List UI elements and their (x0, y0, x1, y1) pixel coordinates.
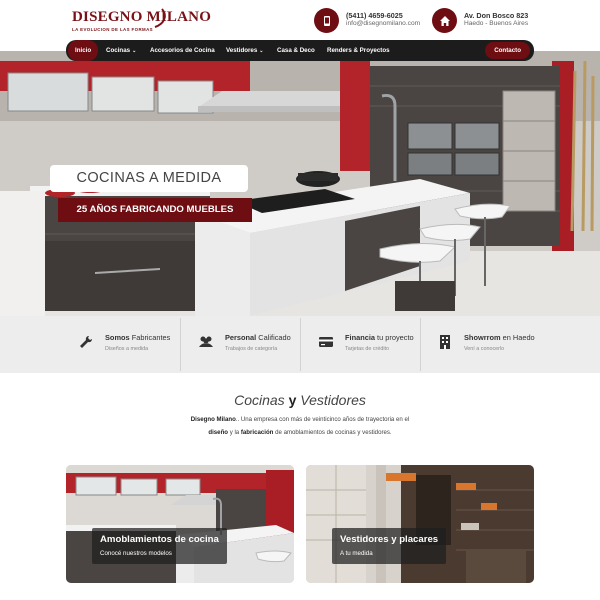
nav-item-accesorios[interactable]: Accesorios de Cocina (150, 40, 215, 61)
nav-item-label: Cocinas (106, 47, 131, 54)
site-header: DISEGNO MILANO LA EVOLUCION DE LAS FORMA… (0, 0, 600, 40)
intro-heading: Cocinas y Vestidores (234, 392, 366, 408)
feature-title: Personal Calificado (225, 333, 291, 342)
phone-contact: (5411) 4659-6025 info@disegnomilano.com (314, 8, 434, 34)
feature-title: Financia tu proyecto (345, 333, 414, 342)
card-title: Amoblamientos de cocina (100, 534, 219, 545)
logo-swoosh-icon (154, 8, 166, 28)
home-icon (432, 8, 457, 33)
card-subtitle: Conocé nuestros modelos (100, 550, 172, 557)
feature-divider (420, 318, 421, 371)
card-title: Vestidores y placares (340, 534, 439, 545)
hero-title: COCINAS A MEDIDA (50, 165, 248, 192)
feature-divider (180, 318, 181, 371)
email-address[interactable]: info@disegnomilano.com (346, 20, 420, 27)
chevron-down-icon: ⌄ (259, 48, 264, 54)
people-icon (199, 336, 213, 347)
feature-subtitle: Diseños a medida (105, 346, 149, 352)
nav-item-cocinas[interactable]: Cocinas ⌄ (106, 40, 136, 61)
feature-subtitle: Trabajos de categoría (225, 346, 278, 352)
card-label: Vestidores y placares A tu medida (332, 528, 447, 564)
hero-subtitle: 25 AÑOS FABRICANDO MUEBLES (58, 198, 252, 222)
phone-number[interactable]: (5411) 4659-6025 (346, 11, 403, 20)
feature-subtitle: Vení a conocerlo (464, 346, 505, 352)
building-icon (440, 335, 450, 349)
card-label: Amoblamientos de cocina Conocé nuestros … (92, 528, 227, 564)
hero-banner: COCINAS A MEDIDA 25 AÑOS FABRICANDO MUEB… (0, 51, 600, 316)
address-city: Haedo - Buenos Aires (464, 20, 529, 27)
phone-icon (314, 8, 339, 33)
wrench-icon (80, 335, 93, 348)
closet-card-image (306, 465, 534, 583)
card-vestidores[interactable]: Vestidores y placares A tu medida (306, 465, 534, 583)
logo-text: DISEGNO MILANO (72, 9, 212, 25)
main-nav: Inicio Cocinas ⌄ Accesorios de Cocina Ves… (66, 40, 534, 61)
card-subtitle: A tu medida (340, 550, 373, 557)
feature-title: Showrrom en Haedo (464, 333, 535, 342)
feature-title: Somos Fabricantes (105, 333, 171, 342)
feature-divider (300, 318, 301, 371)
nav-item-renders[interactable]: Renders & Proyectos (327, 40, 390, 61)
nav-item-label: Vestidores (226, 47, 258, 54)
kitchen-card-image (66, 465, 294, 583)
chevron-down-icon: ⌄ (132, 48, 137, 54)
logo-tagline: LA EVOLUCION DE LAS FORMAS (72, 27, 153, 32)
features-bar: Somos Fabricantes Diseños a medida Perso… (0, 316, 600, 373)
feature-subtitle: Tarjetas de crédito (345, 346, 390, 352)
nav-item-inicio[interactable]: Inicio (68, 40, 99, 61)
address-street: Av. Don Bosco 823 (464, 11, 529, 20)
intro-text: Disegno Milano.. Una empresa con más de … (190, 416, 410, 436)
credit-card-icon (319, 337, 333, 347)
feature-showroom: Showrrom en Haedo Vení a conocerlo (437, 316, 557, 373)
card-cocinas[interactable]: Amoblamientos de cocina Conocé nuestros … (66, 465, 294, 583)
nav-item-casa-deco[interactable]: Casa & Deco (277, 40, 315, 61)
logo[interactable]: DISEGNO MILANO LA EVOLUCION DE LAS FORMA… (72, 8, 211, 35)
address-contact: Av. Don Bosco 823 Haedo - Buenos Aires (432, 8, 542, 34)
contact-button[interactable]: Contacto (485, 42, 530, 59)
nav-item-vestidores[interactable]: Vestidores ⌄ (226, 40, 264, 61)
